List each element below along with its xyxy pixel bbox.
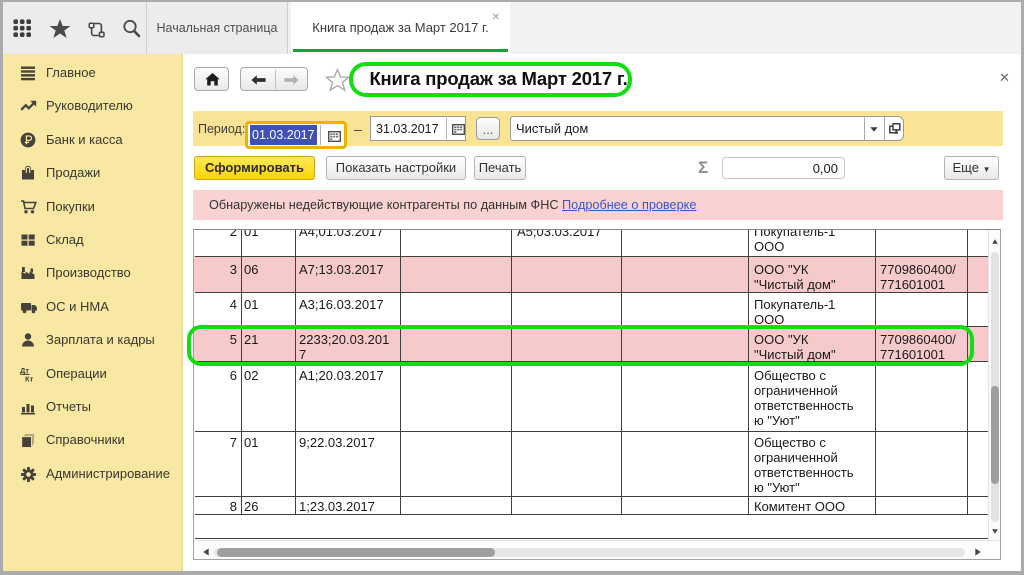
svg-text:Кт: Кт	[25, 375, 34, 384]
